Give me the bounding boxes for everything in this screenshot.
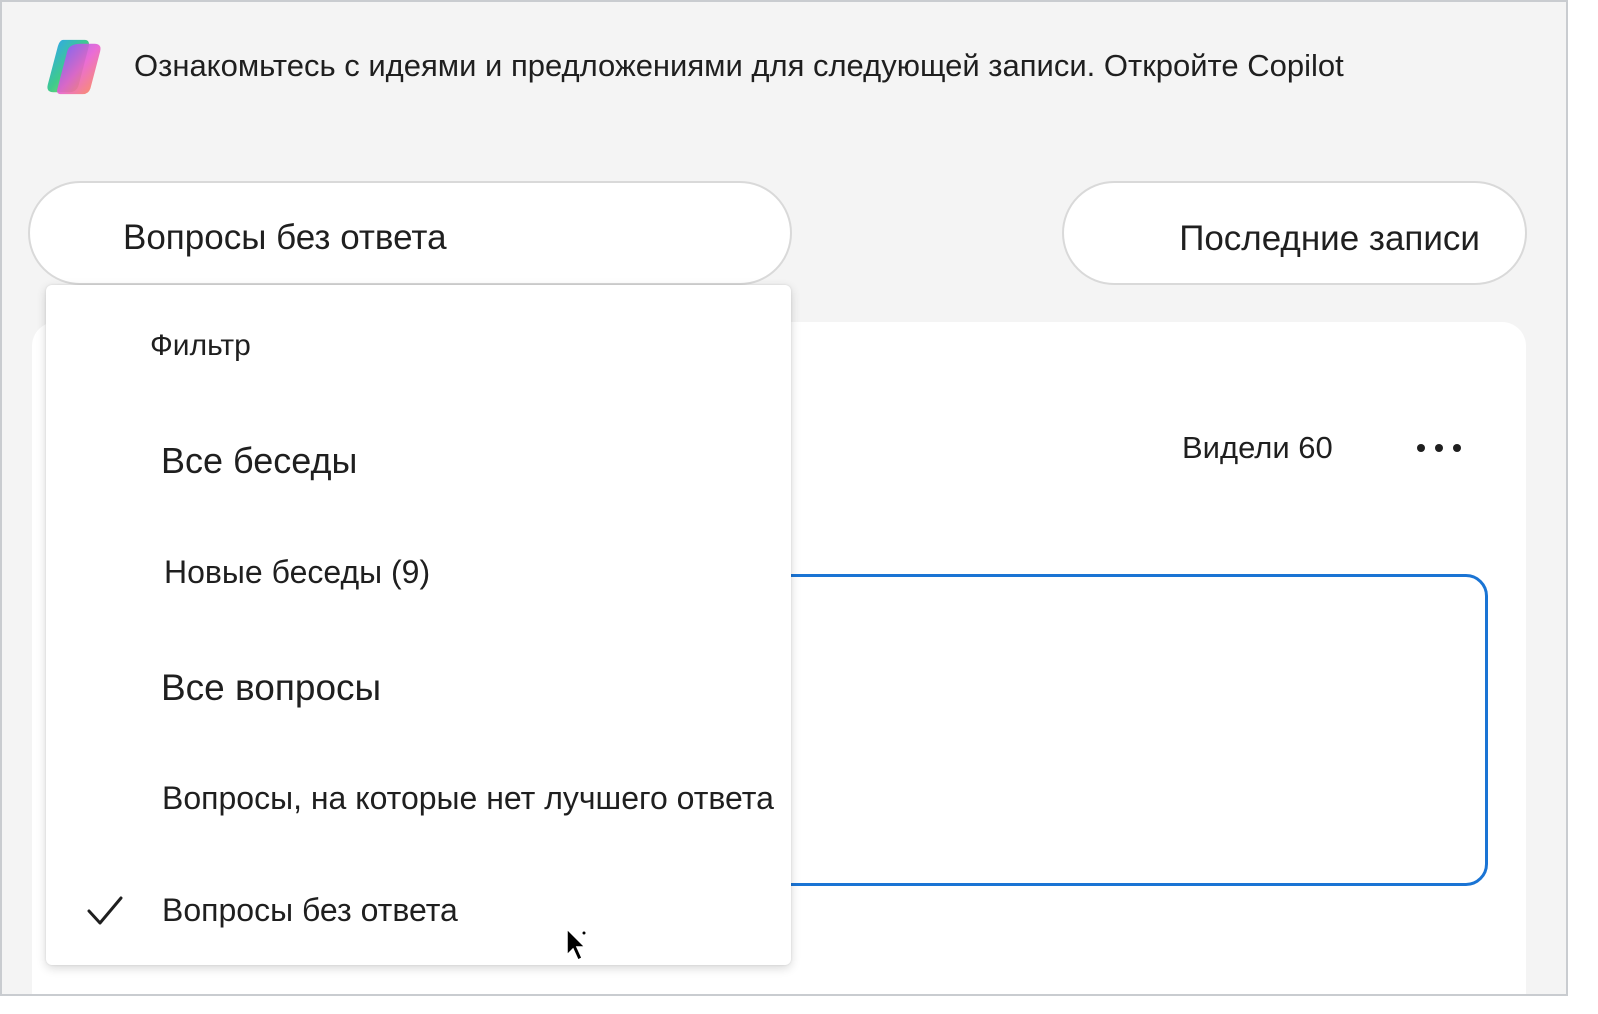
filter-menu: Фильтр Все беседы Новые беседы (9) Все в… (46, 285, 791, 965)
reply-input-box[interactable] (732, 574, 1488, 886)
filter-menu-header: Фильтр (150, 329, 251, 362)
checkmark-icon (87, 896, 123, 925)
app-window: Ознакомьтесь с идеями и предложениями дл… (0, 0, 1568, 996)
more-horizontal-icon[interactable] (1412, 430, 1466, 466)
menu-item-questions-no-best-answer[interactable]: Вопросы, на которые нет лучшего ответа (46, 761, 791, 841)
menu-item-label: Вопросы без ответа (162, 892, 458, 928)
menu-item-unanswered-questions[interactable]: Вопросы без ответа (46, 874, 791, 954)
sort-dropdown-label: Последние записи (1179, 219, 1480, 258)
sort-dropdown-button[interactable]: Последние записи (1062, 181, 1527, 285)
menu-item-new-conversations[interactable]: Новые беседы (9) (46, 537, 791, 617)
menu-item-label: Все беседы (161, 440, 358, 481)
menu-item-label: Новые беседы (9) (164, 554, 431, 590)
seen-count: Видели 60 (1182, 430, 1333, 465)
filter-dropdown-label: Вопросы без ответа (123, 218, 447, 257)
copilot-logo-icon[interactable] (42, 36, 104, 98)
filter-dropdown-button[interactable]: Вопросы без ответа (28, 181, 792, 285)
menu-item-all-conversations[interactable]: Все беседы (46, 420, 791, 500)
menu-item-label: Все вопросы (161, 667, 382, 708)
menu-item-all-questions[interactable]: Все вопросы (46, 647, 791, 727)
menu-item-label: Вопросы, на которые нет лучшего ответа (162, 780, 774, 816)
copilot-banner-text[interactable]: Ознакомьтесь с идеями и предложениями дл… (134, 48, 1344, 84)
mouse-pointer-icon (566, 927, 587, 962)
